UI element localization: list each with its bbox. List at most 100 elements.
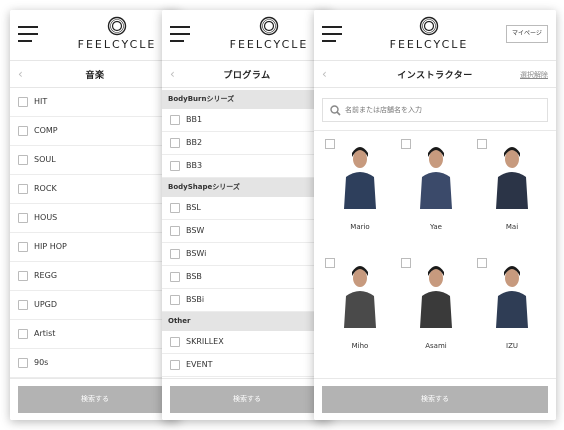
header: FEELCYCLE <box>162 10 332 60</box>
search-button[interactable]: 検索する <box>322 386 548 413</box>
list-item[interactable]: BSL <box>162 197 332 220</box>
search-button[interactable]: 検索する <box>18 386 172 413</box>
checkbox[interactable] <box>170 249 180 259</box>
checkbox[interactable] <box>170 115 180 125</box>
checkbox[interactable] <box>170 360 180 370</box>
checkbox[interactable] <box>325 139 335 149</box>
page-title: 音楽 <box>85 71 105 81</box>
checkbox[interactable] <box>477 139 487 149</box>
list-item-label: BSW <box>186 226 205 235</box>
list-item[interactable]: Artist <box>10 320 180 349</box>
list-item[interactable]: BB3 <box>162 155 332 178</box>
brand-logo[interactable]: FEELCYCLE <box>62 16 172 51</box>
program-list: BodyBurnシリーズ BB1 BB2 BB3 BodyShapeシリーズ BSL BSW… <box>162 90 332 377</box>
checkbox[interactable] <box>18 329 28 339</box>
list-item[interactable]: 90s <box>10 349 180 378</box>
hamburger-menu-icon[interactable] <box>322 26 342 42</box>
section-header: BodyBurnシリーズ <box>162 90 332 109</box>
checkbox[interactable] <box>170 226 180 236</box>
instructor-photo <box>412 258 460 328</box>
checkbox[interactable] <box>401 258 411 268</box>
list-item-label: BSL <box>186 203 201 212</box>
music-list: HIT COMP SOUL ROCK HOUS HIP HOP REGG UPGD Artist… <box>10 88 180 378</box>
feelcycle-logo-icon <box>107 16 127 36</box>
title-bar: ‹ 音楽 <box>10 60 180 88</box>
instructor-filter-screen: FEELCYCLE マイページ ‹ インストラクター 選択解除 Mario Yae… <box>314 10 556 420</box>
list-item[interactable]: BSWi <box>162 243 332 266</box>
feelcycle-logo-icon <box>259 16 279 36</box>
checkbox[interactable] <box>170 203 180 213</box>
search-input[interactable] <box>345 102 535 118</box>
list-item-label: BSBi <box>186 295 205 304</box>
instructor-photo <box>336 258 384 328</box>
list-item-label: BSB <box>186 272 202 281</box>
brand-logo[interactable]: FEELCYCLE <box>214 16 324 51</box>
list-item[interactable]: BSBi <box>162 289 332 312</box>
list-item[interactable]: HIT <box>10 88 180 117</box>
list-item[interactable]: HOUS <box>10 204 180 233</box>
list-item-label: HIP HOP <box>34 242 67 251</box>
music-filter-screen: FEELCYCLE ‹ 音楽 HIT COMP SOUL ROCK HOUS HIP HO… <box>10 10 180 420</box>
checkbox[interactable] <box>18 97 28 107</box>
list-item-label: SKRILLEX <box>186 337 224 346</box>
clear-selection-link[interactable]: 選択解除 <box>520 70 548 80</box>
list-item-label: Artist <box>34 329 56 338</box>
checkbox[interactable] <box>401 139 411 149</box>
instructor-photo <box>412 139 460 209</box>
list-item[interactable]: COMP <box>10 117 180 146</box>
search-button[interactable]: 検索する <box>170 386 324 413</box>
page-title: プログラム <box>223 71 271 81</box>
list-item[interactable]: UPGD <box>10 291 180 320</box>
instructor-name: Mai <box>505 223 519 231</box>
checkbox[interactable] <box>170 295 180 305</box>
checkbox[interactable] <box>18 242 28 252</box>
checkbox[interactable] <box>170 272 180 282</box>
list-item-label: COMP <box>34 126 58 135</box>
checkbox[interactable] <box>325 258 335 268</box>
checkbox[interactable] <box>170 138 180 148</box>
hamburger-menu-icon[interactable] <box>170 26 190 42</box>
list-item[interactable]: ROCK <box>10 175 180 204</box>
list-item-label: BB1 <box>186 115 203 124</box>
list-item[interactable]: BB1 <box>162 109 332 132</box>
list-item[interactable]: SKRILLEX <box>162 331 332 354</box>
section-header: Other <box>162 312 332 331</box>
hamburger-menu-icon[interactable] <box>18 26 38 42</box>
list-item[interactable]: SOUL <box>10 146 180 175</box>
instructor-name: Mario <box>350 223 370 231</box>
instructor-photo <box>488 258 536 328</box>
header: FEELCYCLE マイページ <box>314 10 556 60</box>
list-item[interactable]: BB2 <box>162 132 332 155</box>
footer: 検索する <box>162 378 332 420</box>
list-item-label: SOUL <box>34 155 56 164</box>
instructor-name: Yae <box>430 223 442 231</box>
list-item[interactable]: HIP HOP <box>10 233 180 262</box>
checkbox[interactable] <box>18 155 28 165</box>
list-item[interactable]: REGG <box>10 262 180 291</box>
checkbox[interactable] <box>18 358 28 368</box>
list-item[interactable]: BSW <box>162 220 332 243</box>
checkbox[interactable] <box>18 184 28 194</box>
checkbox[interactable] <box>18 271 28 281</box>
list-item[interactable]: EVENT <box>162 354 332 377</box>
checkbox[interactable] <box>18 300 28 310</box>
divider <box>314 130 556 131</box>
list-item-label: HIT <box>34 97 48 106</box>
list-item[interactable]: BSB <box>162 266 332 289</box>
checkbox[interactable] <box>477 258 487 268</box>
instructor-photo <box>488 139 536 209</box>
instructor-search <box>322 98 548 122</box>
brand-name: FEELCYCLE <box>229 38 309 51</box>
checkbox[interactable] <box>170 161 180 171</box>
list-item-label: EVENT <box>186 360 213 369</box>
title-bar: ‹ プログラム <box>162 60 332 88</box>
checkbox[interactable] <box>170 337 180 347</box>
header: FEELCYCLE <box>10 10 180 60</box>
footer: 検索する <box>10 378 180 420</box>
brand-logo[interactable]: FEELCYCLE <box>374 16 484 51</box>
checkbox[interactable] <box>18 213 28 223</box>
checkbox[interactable] <box>18 126 28 136</box>
mypage-button[interactable]: マイページ <box>506 25 548 43</box>
list-item-label: BSWi <box>186 249 207 258</box>
program-filter-screen: FEELCYCLE ‹ プログラム BodyBurnシリーズ BB1 BB2 BB3 B… <box>162 10 332 420</box>
